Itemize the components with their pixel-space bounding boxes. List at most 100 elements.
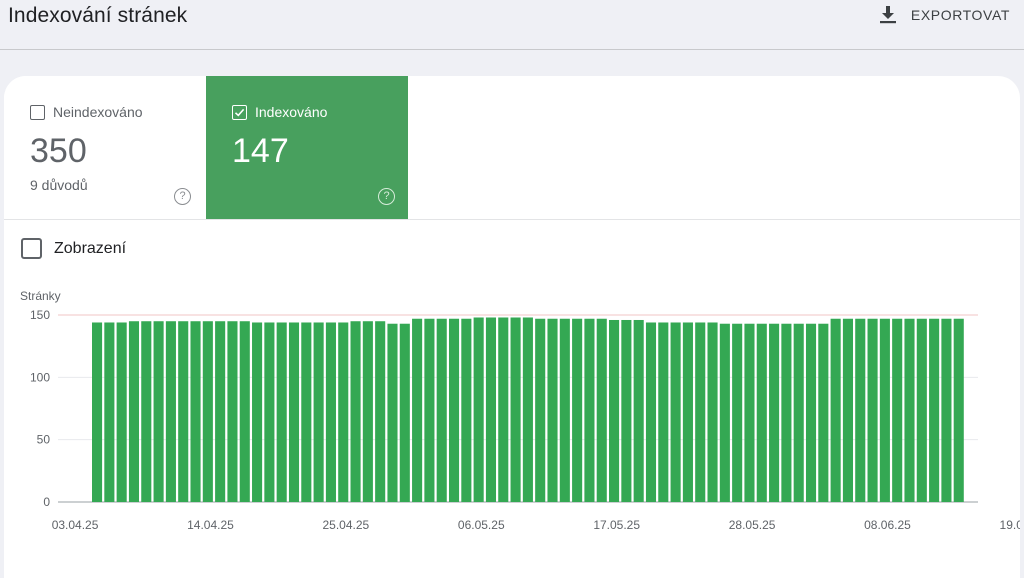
bar [510, 317, 521, 502]
bar [178, 321, 189, 502]
indexed-checkbox[interactable] [232, 104, 247, 120]
bar [522, 317, 533, 502]
bar [584, 318, 595, 502]
impressions-toggle[interactable]: Zobrazení [21, 238, 126, 259]
bar [325, 322, 336, 502]
bar [104, 322, 115, 502]
bar [227, 321, 238, 502]
tile-indexed[interactable]: Indexováno 147 ? [206, 76, 408, 219]
tile-value: 147 [232, 132, 289, 170]
impressions-label: Zobrazení [54, 239, 127, 257]
bar [215, 321, 226, 502]
bar [128, 321, 140, 502]
bar [264, 322, 275, 502]
bar [448, 318, 460, 502]
bar [535, 318, 546, 502]
y-axis-label: Stránky [20, 289, 61, 303]
bar [892, 318, 903, 502]
impressions-checkbox[interactable] [21, 238, 42, 259]
x-tick-label: 28.05.25 [729, 518, 776, 532]
bar [781, 323, 792, 502]
bar [301, 322, 312, 502]
divider [4, 219, 1020, 220]
indexed-pages-chart: Stránky 0 50 100 150 03.04.25 14.04.25 25.04.25… [20, 289, 1020, 532]
bar [436, 318, 447, 502]
page-header: Indexování stránek EXPORTOVAT [0, 0, 1024, 50]
index-report-card: Neindexováno 350 9 důvodů ? Indexováno 1… [4, 76, 1020, 578]
bar [190, 321, 201, 502]
x-tick-label: 19.06.25 [1000, 518, 1020, 532]
bar [682, 322, 693, 502]
bar [929, 318, 940, 502]
bar [842, 318, 853, 502]
x-tick-label: 06.05.25 [458, 518, 505, 532]
bar [252, 322, 263, 502]
bar [412, 318, 423, 502]
bar [830, 318, 841, 502]
bar [572, 318, 583, 502]
bar [732, 323, 743, 502]
bar [375, 321, 386, 502]
bar [424, 318, 435, 502]
bar [670, 322, 681, 502]
bar [744, 323, 755, 502]
y-tick-label: 50 [37, 433, 51, 447]
bar [141, 321, 152, 502]
bar [793, 323, 804, 502]
bar [153, 321, 164, 502]
bar [867, 318, 878, 502]
bar [473, 317, 484, 502]
bar [596, 318, 607, 502]
bar [941, 318, 952, 502]
bar [818, 323, 829, 502]
help-icon[interactable]: ? [378, 188, 395, 205]
bar [239, 321, 250, 502]
bar [165, 321, 176, 502]
bar [621, 319, 632, 502]
bar [350, 321, 361, 502]
bar [547, 318, 558, 502]
bar [485, 317, 497, 502]
y-tick-label: 0 [43, 495, 50, 509]
x-tick-label: 03.04.25 [52, 518, 99, 532]
bar [645, 322, 657, 502]
bar [288, 322, 300, 502]
bar [92, 322, 103, 502]
bar [338, 322, 349, 502]
x-tick-label: 17.05.25 [593, 518, 640, 532]
bar [313, 322, 324, 502]
help-icon[interactable]: ? [174, 188, 191, 205]
bar [769, 323, 780, 502]
bar [559, 318, 570, 502]
bar [276, 322, 287, 502]
not-indexed-checkbox[interactable] [30, 104, 45, 120]
bar [707, 322, 718, 502]
tile-subtitle: 9 důvodů [30, 177, 88, 193]
x-tick-label: 25.04.25 [323, 518, 370, 532]
bar [904, 318, 915, 502]
page-title: Indexování stránek [8, 4, 188, 27]
bar [953, 318, 964, 502]
bar [633, 319, 644, 502]
tile-label: Neindexováno [53, 104, 143, 120]
bar [399, 323, 410, 502]
tile-label: Indexováno [255, 104, 328, 120]
export-label: EXPORTOVAT [910, 7, 1010, 23]
check-icon [234, 108, 245, 117]
bar [756, 323, 767, 502]
y-tick-label: 100 [30, 370, 50, 384]
x-tick-label: 14.04.25 [187, 518, 234, 532]
bar [855, 318, 866, 502]
bar [116, 322, 127, 502]
x-tick-label: 08.06.25 [864, 518, 911, 532]
bar [879, 318, 890, 502]
bar [805, 323, 817, 502]
bar [498, 317, 509, 502]
export-button[interactable]: EXPORTOVAT [879, 2, 1010, 28]
bar [461, 318, 472, 502]
bar [719, 323, 730, 502]
bar [609, 319, 620, 502]
bar [658, 322, 669, 502]
bar [362, 321, 373, 502]
tile-not-indexed[interactable]: Neindexováno 350 9 důvodů ? [4, 76, 206, 219]
